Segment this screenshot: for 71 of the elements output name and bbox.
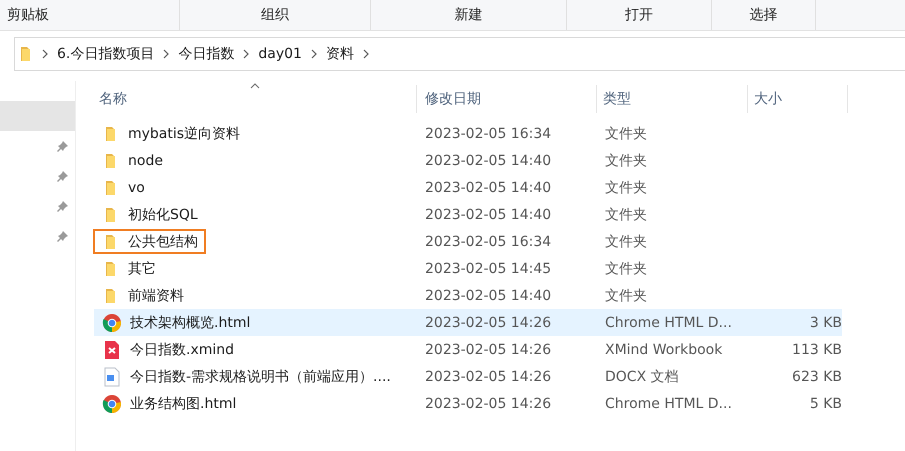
date-cell-text: 2023-02-05 14:40 bbox=[424, 288, 552, 304]
type-cell-text: DOCX 文档 bbox=[604, 368, 680, 386]
column-header[interactable]: 大小 bbox=[748, 85, 848, 113]
sort-caret-icon bbox=[250, 83, 260, 89]
size-cell: 623 KB bbox=[792, 368, 842, 384]
type-cell-text: 文件夹 bbox=[604, 124, 648, 142]
type-cell-text: XMind Workbook bbox=[604, 342, 724, 358]
folder-icon bbox=[104, 260, 116, 278]
folder-icon bbox=[104, 152, 116, 170]
size-cell: 3 KB bbox=[810, 314, 842, 330]
folder-icon bbox=[104, 124, 116, 142]
chevron-icon bbox=[242, 48, 250, 60]
size-cell: 5 KB bbox=[810, 396, 842, 412]
file-name[interactable]: 初始化SQL bbox=[128, 206, 198, 224]
column-header[interactable]: 名称 bbox=[94, 85, 417, 113]
type-cell-text: Chrome HTML D... bbox=[604, 396, 733, 412]
date-cell-text: 2023-02-05 14:40 bbox=[424, 152, 552, 168]
date-cell-text: 2023-02-05 14:26 bbox=[424, 342, 552, 358]
folder-icon bbox=[104, 206, 116, 224]
type-cell-text: 文件夹 bbox=[604, 206, 648, 224]
sidebar-item[interactable] bbox=[0, 101, 75, 131]
breadcrumb[interactable]: 6.今日指数项目 bbox=[57, 45, 154, 63]
file-name[interactable]: 今日指数-需求规格说明书（前端应用）.... bbox=[130, 368, 391, 386]
type-cell-text: 文件夹 bbox=[604, 232, 648, 250]
file-name[interactable]: 技术架构概览.html bbox=[130, 314, 250, 332]
group-label: 剪贴板 bbox=[7, 6, 49, 24]
row-highlight[interactable]: 技术架构概览.html 2023-02-05 14:26 Chrome HTML D... 3 KB bbox=[94, 309, 842, 336]
file-name[interactable]: 公共包结构 bbox=[128, 232, 198, 250]
type-cell-text: 文件夹 bbox=[604, 260, 648, 278]
group-label: 选择 bbox=[750, 6, 778, 24]
file-name[interactable]: 前端资料 bbox=[128, 286, 184, 304]
folder-icon bbox=[104, 232, 116, 250]
breadcrumb[interactable]: day01 bbox=[258, 46, 302, 62]
chevron-icon bbox=[310, 48, 318, 60]
date-cell-text: 2023-02-05 14:26 bbox=[424, 314, 552, 330]
type-cell-text: 文件夹 bbox=[604, 152, 648, 170]
date-cell-text: 2023-02-05 14:26 bbox=[424, 368, 552, 384]
chevron-icon bbox=[362, 48, 370, 60]
size-cell: 113 KB bbox=[792, 342, 842, 358]
file-name[interactable]: mybatis逆向资料 bbox=[128, 124, 240, 142]
date-cell-text: 2023-02-05 14:40 bbox=[424, 206, 552, 222]
group-label: 打开 bbox=[625, 6, 653, 24]
file-name[interactable]: 其它 bbox=[128, 260, 156, 278]
type-cell-text: 文件夹 bbox=[604, 178, 648, 196]
breadcrumb[interactable]: 今日指数 bbox=[178, 45, 234, 63]
file-name[interactable]: 今日指数.xmind bbox=[130, 340, 234, 358]
date-cell-text: 2023-02-05 14:26 bbox=[424, 396, 552, 412]
column-header[interactable]: 修改日期 bbox=[417, 85, 597, 113]
address-bar[interactable]: 6.今日指数项目 今日指数 day01 资料 bbox=[14, 37, 905, 71]
xmind-file-icon bbox=[102, 340, 122, 360]
date-cell-text: 2023-02-05 14:45 bbox=[424, 260, 552, 276]
group-label: 组织 bbox=[261, 6, 289, 24]
file-name[interactable]: vo bbox=[128, 180, 145, 196]
file-name[interactable]: node bbox=[128, 152, 163, 168]
group-label: 新建 bbox=[454, 6, 482, 24]
date-cell-text: 2023-02-05 16:34 bbox=[424, 126, 552, 142]
chevron-icon bbox=[41, 48, 49, 60]
folder-icon bbox=[19, 45, 31, 63]
breadcrumb[interactable]: 资料 bbox=[326, 45, 354, 63]
chevron-icon bbox=[162, 48, 170, 60]
date-cell-text: 2023-02-05 14:40 bbox=[424, 180, 552, 196]
folder-icon bbox=[104, 178, 116, 196]
date-cell-text: 2023-02-05 16:34 bbox=[424, 234, 552, 250]
folder-icon bbox=[104, 286, 116, 304]
type-cell-text: Chrome HTML D... bbox=[604, 314, 733, 330]
chrome-icon bbox=[102, 394, 122, 414]
column-header[interactable]: 类型 bbox=[597, 85, 748, 113]
chrome-icon bbox=[102, 312, 122, 332]
type-cell-text: 文件夹 bbox=[604, 286, 648, 304]
file-name[interactable]: 业务结构图.html bbox=[130, 394, 236, 412]
document-icon bbox=[102, 366, 122, 386]
